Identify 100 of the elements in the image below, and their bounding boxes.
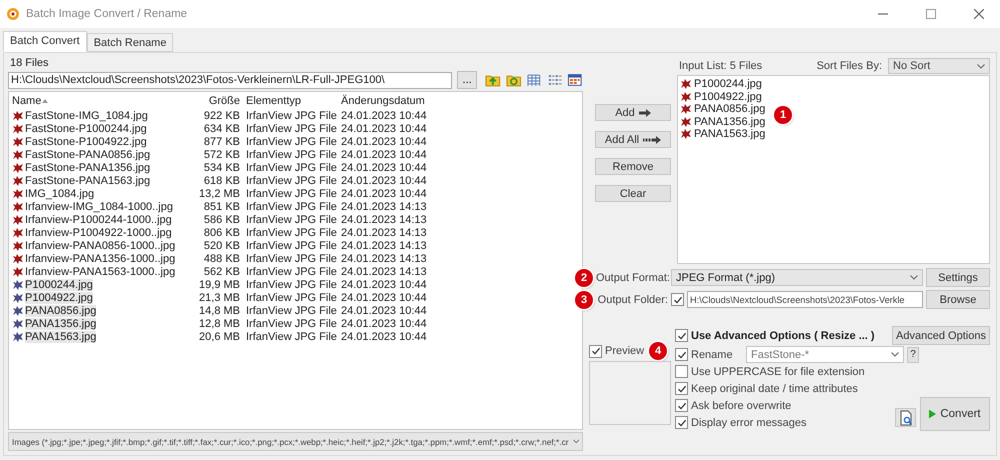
table-cell-text: 24.01.2023 14:13: [341, 200, 428, 212]
table-cell-text: 572 KB: [202, 148, 240, 160]
table-cell-text: IrfanView JPG File: [245, 226, 338, 238]
table-cell-text: IrfanView JPG File: [245, 252, 338, 264]
file-name[interactable]: P1004922.jpg: [694, 90, 762, 103]
browse-button[interactable]: Browse: [926, 290, 990, 309]
file-name[interactable]: FastStone-PANA0856.jpg: [25, 148, 150, 160]
file-name[interactable]: PANA0856.jpg: [694, 103, 766, 116]
list-button[interactable]: Remove: [595, 158, 671, 175]
file-name[interactable]: IMG_1084.jpg: [25, 188, 94, 200]
file-name[interactable]: Irfanview-PANA1356-1000..jpg: [25, 252, 176, 264]
rename-combo[interactable]: FastStone-*: [746, 346, 904, 363]
table-cell-text: IrfanView JPG File: [245, 148, 338, 160]
table-cell-text: IrfanView JPG File: [245, 188, 338, 200]
file-name[interactable]: Irfanview-P1004922-1000..jpg: [25, 226, 172, 238]
table-cell-text: 488 KB: [202, 252, 240, 264]
format-dropdown[interactable]: JPEG Format (*.jpg): [671, 269, 923, 286]
checkbox[interactable]: [675, 365, 688, 378]
folder-field[interactable]: H:\Clouds\Nextcloud\Screenshots\2023\Fotos-Verkle: [687, 291, 923, 308]
column-header[interactable]: Elementtyp: [240, 95, 341, 107]
checkbox[interactable]: [589, 344, 602, 358]
file-name[interactable]: FastStone-IMG_1084.jpg: [25, 110, 148, 122]
number-badge: 2: [575, 268, 593, 286]
table-cell-text: 534 KB: [202, 162, 240, 174]
table-cell-text: 24.01.2023 10:44: [341, 278, 428, 290]
table-cell-text: 24.01.2023 10:44: [341, 292, 428, 304]
file-name[interactable]: Irfanview-IMG_1084-1000..jpg: [25, 200, 173, 212]
checkbox-label: Keep original date / time attributes: [691, 382, 858, 394]
checkbox-label: Preview: [605, 345, 644, 357]
file-name[interactable]: FastStone-PANA1563.jpg: [25, 174, 150, 186]
number-badge: 3: [575, 290, 593, 308]
arrow-icon: [638, 108, 651, 116]
table-cell-text: 520 KB: [202, 240, 240, 252]
checkbox[interactable]: [675, 329, 688, 342]
document-search-icon: [898, 410, 914, 426]
table-cell-text: 24.01.2023 10:44: [341, 188, 428, 200]
checkbox[interactable]: [671, 293, 684, 306]
file-name[interactable]: PANA0856.jpg: [25, 304, 96, 316]
table-cell-text: 877 KB: [202, 136, 240, 148]
table-cell-text: 24.01.2023 14:13: [341, 240, 428, 252]
number-badge: 1: [774, 106, 792, 124]
column-header[interactable]: Größe: [182, 95, 240, 107]
file-name[interactable]: FastStone-P1000244.jpg: [25, 122, 147, 134]
file-name[interactable]: Irfanview-PANA1563-1000..jpg: [25, 266, 176, 278]
table-cell-text: 24.01.2023 10:44: [341, 330, 428, 342]
file-name[interactable]: PANA1356.jpg: [25, 318, 96, 330]
tab[interactable]: Batch Rename: [86, 33, 174, 52]
checkbox[interactable]: [675, 382, 688, 395]
table-cell-text: 24.01.2023 10:44: [341, 174, 428, 186]
table-cell-text: 922 KB: [202, 110, 240, 122]
list-view-icon[interactable]: [546, 72, 562, 88]
column-header[interactable]: Änderungsdatum: [341, 95, 441, 107]
checkbox[interactable]: [675, 416, 688, 429]
file-name[interactable]: PANA1563.jpg: [694, 128, 766, 140]
table-cell-text: 851 KB: [202, 200, 240, 212]
checkbox-label: Use UPPERCASE for file extension: [691, 366, 865, 378]
sort-dropdown[interactable]: No Sort: [888, 58, 990, 74]
advanced-options-button[interactable]: Advanced Options: [892, 326, 990, 345]
grid-view-icon[interactable]: [526, 72, 542, 88]
file-name[interactable]: PANA1356.jpg: [694, 116, 766, 128]
file-type-dropdown[interactable]: Images (*.jpg;*.jpe;*.jpeg;*.jfif;*.bmp;*.gif;*.tif;*.tiff;*.fax;*.cur;*.ico;*.png;*.pcx;*.webp;*.heic;*.heif;*.jp2;*.j2k;*.tga;*.ppm;*.wmf;*.emf;*.psd;*.crw;*.nef;*.cr: [8, 432, 583, 451]
checkbox[interactable]: [675, 348, 688, 361]
input-list-label: Input List: 5 Files: [679, 60, 762, 72]
file-count: 18 Files: [9, 57, 50, 69]
file-name[interactable]: P1000244.jpg: [694, 78, 762, 90]
settings-button[interactable]: Settings: [926, 268, 990, 287]
checkbox-label: Display error messages: [691, 416, 807, 428]
file-name[interactable]: FastStone-PANA1356.jpg: [25, 162, 150, 174]
field-label: Output Format:: [596, 272, 668, 284]
details-view-icon[interactable]: [567, 72, 584, 88]
app-icon: [6, 7, 20, 21]
help-button[interactable]: ?: [907, 346, 919, 362]
checkbox-label: Rename: [691, 348, 733, 360]
checkbox[interactable]: [675, 399, 688, 412]
image-file-icon: [680, 103, 692, 116]
file-name[interactable]: Irfanview-PANA0856-1000..jpg: [25, 240, 176, 252]
path-field[interactable]: H:\Clouds\Nextcloud\Screenshots\2023\Fotos-Verkleinern\LR-Full-JPEG100\: [8, 72, 452, 88]
maximize-icon[interactable]: [926, 9, 936, 19]
close-icon[interactable]: [974, 9, 984, 19]
convert-button[interactable]: Convert: [920, 397, 990, 431]
table-cell-text: 24.01.2023 10:44: [341, 162, 428, 174]
tab[interactable]: Batch Convert: [3, 31, 87, 52]
browse-button[interactable]: ...: [457, 71, 477, 89]
table-cell-text: 21,3 MB: [198, 292, 240, 304]
image-file-icon: [680, 90, 692, 103]
table-cell-text: 618 KB: [202, 174, 240, 186]
file-name[interactable]: Irfanview-P1000244-1000..jpg: [25, 214, 172, 226]
table-cell-text: IrfanView JPG File: [245, 174, 338, 186]
file-name[interactable]: P1000244.jpg: [25, 278, 93, 290]
column-header[interactable]: Name: [12, 95, 182, 107]
list-button[interactable]: Add: [595, 104, 671, 121]
file-name[interactable]: P1004922.jpg: [25, 292, 93, 304]
table-cell-text: IrfanView JPG File: [245, 318, 338, 330]
preview-search-button[interactable]: [895, 408, 916, 427]
list-button[interactable]: Clear: [595, 185, 671, 202]
file-name[interactable]: PANA1563.jpg: [25, 330, 96, 342]
list-button[interactable]: Add All: [595, 131, 671, 148]
file-name[interactable]: FastStone-P1004922.jpg: [25, 136, 147, 148]
table-cell-text: 20,6 MB: [198, 330, 240, 342]
checkbox-label: Ask before overwrite: [691, 400, 792, 412]
